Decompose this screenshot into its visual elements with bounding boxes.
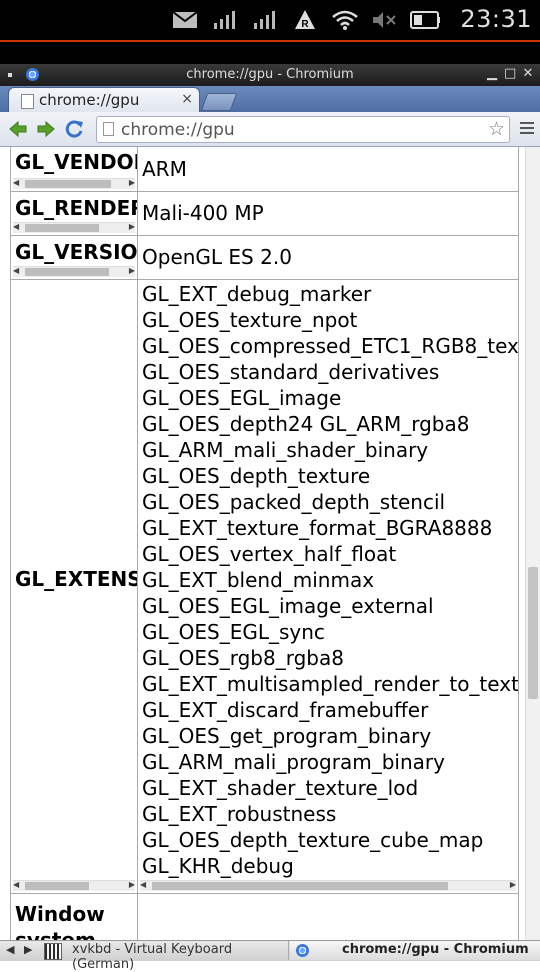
- row-value: Mali-400 MP: [142, 201, 264, 225]
- extension-item: GL_OES_EGL_image: [142, 386, 342, 410]
- extension-item: GL_OES_vertex_half_float: [142, 542, 397, 566]
- mail-icon: [170, 6, 200, 34]
- cell-scrollbar[interactable]: ◀ ▶: [13, 178, 135, 189]
- extension-item: GL_OES_depth_texture: [142, 464, 371, 488]
- window-controls: ▁ □ ✕: [486, 67, 534, 81]
- extension-item: GL_OES_packed_depth_stencil: [142, 490, 446, 514]
- table-row: Window system: [10, 893, 519, 940]
- page-scrollbar[interactable]: [525, 147, 540, 940]
- extension-item: GL_EXT_shader_texture_lod: [142, 776, 419, 800]
- taskbar: ◀ ▶ xvkbd - Virtual Keyboard (German) ch…: [0, 940, 540, 972]
- row-key: GL_EXTENSIONS: [15, 567, 138, 591]
- tab-title: chrome://gpu: [39, 91, 140, 109]
- table-row: GL_VENDOR ◀ ▶ ARM: [10, 147, 519, 192]
- roaming-icon: R: [290, 6, 320, 34]
- table-value-cell: [137, 893, 519, 940]
- back-arrow-icon[interactable]: [8, 119, 28, 139]
- row-key: GL_VERSION: [15, 240, 138, 264]
- extension-item: GL_EXT_blend_minmax: [142, 568, 375, 592]
- bookmark-star-icon[interactable]: ☆: [488, 118, 505, 140]
- page-content[interactable]: GL_VENDOR ◀▶ ARM GL_RENDERER ◀▶ Mali-400…: [0, 147, 540, 940]
- extension-item: GL_OES_rgb8_rgba8: [142, 646, 344, 670]
- cell-scrollbar[interactable]: ◀ ▶: [13, 880, 135, 891]
- taskbar-item-xvkbd[interactable]: xvkbd - Virtual Keyboard (German): [40, 941, 289, 972]
- row-key: GL_VENDOR: [15, 150, 138, 174]
- address-bar[interactable]: chrome://gpu ☆: [96, 116, 510, 143]
- extension-item: GL_OES_depth24 GL_ARM_rgba8: [142, 412, 470, 436]
- table-value-cell: GL_EXT_debug_marker GL_OES_texture_npot GL…: [137, 279, 519, 894]
- status-icons: R: [170, 6, 440, 34]
- svg-text:R: R: [301, 19, 309, 30]
- extension-item: GL_OES_standard_derivatives: [142, 360, 440, 384]
- table-key-cell: GL_VERSION ◀▶: [10, 235, 138, 280]
- page-icon: [21, 94, 34, 109]
- cell-scrollbar[interactable]: ◀ ▶: [13, 266, 135, 277]
- table-value-cell: ARM: [137, 147, 519, 192]
- window-title: chrome://gpu - Chromium: [186, 67, 354, 82]
- extensions-list: GL_EXT_debug_marker GL_OES_texture_npot GL…: [142, 281, 519, 879]
- maximize-icon[interactable]: □: [504, 67, 516, 81]
- window-titlebar[interactable]: chrome://gpu - Chromium ▁ □ ✕: [0, 64, 540, 86]
- extension-item: GL_ARM_mali_program_binary: [142, 750, 445, 774]
- extension-item: GL_OES_depth_texture_cube_map: [142, 828, 484, 852]
- row-key: Window system: [15, 902, 105, 940]
- cell-scrollbar[interactable]: ◀ ▶: [140, 880, 516, 891]
- tab-chrome-gpu[interactable]: chrome://gpu ×: [8, 87, 200, 113]
- extension-item: GL_EXT_texture_format_BGRA8888: [142, 516, 493, 540]
- extension-item: GL_OES_texture_npot: [142, 308, 358, 332]
- reload-icon[interactable]: [64, 119, 84, 139]
- extension-item: GL_OES_EGL_image_external: [142, 594, 434, 618]
- chromium-icon: [296, 944, 309, 957]
- extension-item: GL_EXT_multisampled_render_to_texture: [142, 672, 519, 696]
- extension-item: GL_KHR_debug: [142, 854, 294, 878]
- new-tab-button[interactable]: [200, 93, 238, 111]
- table-key-cell: GL_RENDERER ◀▶: [10, 191, 138, 236]
- signal-icon: [210, 6, 240, 34]
- extension-item: GL_EXT_debug_marker: [142, 282, 372, 306]
- toolbar: chrome://gpu ☆: [0, 112, 540, 147]
- extension-item: GL_EXT_robustness: [142, 802, 337, 826]
- mute-icon: [370, 6, 400, 34]
- taskbar-item-chromium[interactable]: chrome://gpu - Chromium: [290, 941, 540, 960]
- extension-item: GL_ARM_mali_shader_binary: [142, 438, 429, 462]
- keyboard-icon: [44, 943, 62, 960]
- battery-icon: [410, 6, 440, 34]
- extension-item: GL_OES_get_program_binary: [142, 724, 432, 748]
- tab-close-icon[interactable]: ×: [181, 91, 193, 107]
- minimize-icon[interactable]: ▁: [486, 67, 498, 81]
- desktop-gap: [0, 42, 540, 64]
- extension-item: GL_EXT_discard_framebuffer: [142, 698, 429, 722]
- taskbar-left-arrow-icon[interactable]: ◀: [6, 943, 14, 956]
- taskbar-right-arrow-icon[interactable]: ▶: [24, 943, 32, 956]
- row-key: GL_RENDERER: [15, 196, 137, 220]
- table-value-cell: OpenGL ES 2.0: [137, 235, 519, 280]
- table-key-cell: GL_EXTENSIONS ◀▶: [10, 279, 138, 894]
- url-text: chrome://gpu: [121, 120, 235, 140]
- extension-item: GL_OES_compressed_ETC1_RGB8_texture: [142, 334, 519, 358]
- signal-icon: [250, 6, 280, 34]
- row-value: OpenGL ES 2.0: [142, 245, 292, 269]
- clock: 23:31: [460, 5, 532, 33]
- table-key-cell: Window system: [10, 893, 138, 940]
- taskbar-item-label: xvkbd - Virtual Keyboard (German): [72, 942, 233, 972]
- table-key-cell: GL_VENDOR ◀ ▶: [10, 147, 138, 192]
- table-value-cell: Mali-400 MP: [137, 191, 519, 236]
- row-value: ARM: [142, 157, 187, 181]
- cell-scrollbar[interactable]: ◀ ▶: [13, 222, 135, 233]
- taskbar-item-label: chrome://gpu - Chromium: [342, 942, 529, 957]
- table-row-extensions: GL_EXTENSIONS ◀▶ GL_EXT_debug_markerGL_O…: [10, 279, 519, 894]
- extension-item: GL_OES_EGL_sync: [142, 620, 325, 644]
- gpu-info-table: GL_VENDOR ◀▶ ARM GL_RENDERER ◀▶ Mali-400…: [10, 147, 519, 940]
- table-row: GL_VERSION ◀▶ OpenGL ES 2.0: [10, 235, 519, 280]
- table-row: GL_RENDERER ◀▶ Mali-400 MP: [10, 191, 519, 236]
- status-bar: R 23:31: [0, 0, 540, 40]
- scrollbar-thumb[interactable]: [528, 567, 538, 699]
- wifi-icon: [330, 6, 360, 34]
- tab-strip: chrome://gpu ×: [0, 86, 540, 113]
- page-icon: [103, 122, 114, 136]
- forward-arrow-icon[interactable]: [36, 119, 56, 139]
- close-icon[interactable]: ✕: [522, 67, 534, 81]
- menu-icon[interactable]: [520, 122, 534, 137]
